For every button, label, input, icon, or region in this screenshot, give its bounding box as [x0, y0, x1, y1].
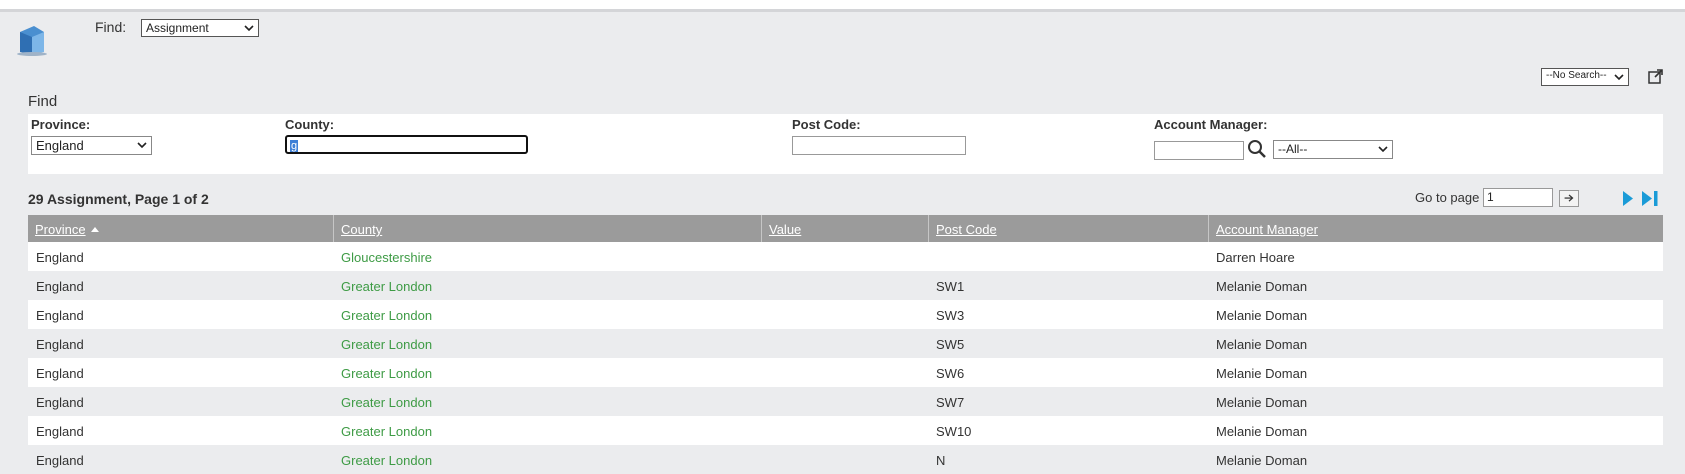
column-header-county[interactable]: County	[333, 215, 761, 242]
province-select-value: England	[36, 138, 84, 153]
cell-county-link[interactable]: Gloucestershire	[333, 242, 761, 271]
cell-province: England	[36, 395, 84, 410]
cell-postcode: SW5	[936, 337, 965, 352]
cell-postcode: SW7	[936, 395, 965, 410]
table-row[interactable]: England Greater London SW7 Melanie Doman	[28, 387, 1663, 416]
top-bar	[0, 0, 1685, 12]
next-page-icon[interactable]	[1621, 189, 1635, 208]
account-manager-input[interactable]	[1154, 141, 1244, 160]
cell-county-link[interactable]: Greater London	[333, 416, 761, 445]
cell-county-link[interactable]: Greater London	[333, 271, 761, 300]
search-icon[interactable]	[1247, 139, 1267, 159]
cell-value	[761, 358, 928, 387]
cell-county-link[interactable]: Greater London	[333, 300, 761, 329]
filter-panel: Province: England County: g Post Code: A…	[28, 114, 1663, 174]
cell-value	[761, 387, 928, 416]
cell-province: England	[36, 337, 84, 352]
cell-postcode: N	[936, 453, 946, 468]
postcode-label: Post Code:	[792, 117, 861, 132]
province-select[interactable]: England	[31, 136, 152, 155]
cell-account-manager: Melanie Doman	[1216, 366, 1308, 381]
cell-value	[761, 445, 928, 474]
cell-value	[761, 271, 928, 300]
cell-account-manager: Melanie Doman	[1216, 453, 1308, 468]
account-manager-select-value: --All--	[1278, 142, 1308, 156]
goto-page-input[interactable]: 1	[1483, 188, 1553, 207]
table-row[interactable]: England Greater London N Melanie Doman	[28, 445, 1663, 474]
cell-account-manager: Melanie Doman	[1216, 279, 1308, 294]
table-header: Province County Value Post Code Account …	[28, 215, 1663, 242]
cell-postcode: SW10	[936, 424, 972, 439]
cell-account-manager: Melanie Doman	[1216, 308, 1308, 323]
saved-search-value: --No Search--	[1546, 70, 1607, 81]
column-header-label: Province	[35, 222, 86, 237]
last-page-icon[interactable]	[1640, 189, 1660, 208]
saved-search-select[interactable]: --No Search--	[1541, 68, 1629, 86]
goto-page-button[interactable]	[1559, 190, 1579, 207]
account-manager-select[interactable]: --All--	[1273, 140, 1393, 159]
export-icon[interactable]	[1647, 67, 1665, 85]
column-header-value[interactable]: Value	[761, 215, 928, 242]
results-table: Province County Value Post Code Account …	[28, 215, 1663, 474]
column-header-label: County	[341, 222, 383, 237]
column-header-label: Account Manager	[1216, 222, 1318, 237]
chevron-down-icon	[1378, 146, 1388, 153]
cell-account-manager: Darren Hoare	[1216, 250, 1295, 265]
county-label: County:	[285, 117, 335, 132]
column-header-label: Value	[769, 222, 802, 237]
cell-province: England	[36, 250, 84, 265]
postcode-input[interactable]	[792, 136, 966, 155]
chevron-down-icon	[137, 142, 147, 149]
cell-value	[761, 416, 928, 445]
goto-page-label: Go to page	[1415, 190, 1480, 205]
table-row[interactable]: England Greater London SW10 Melanie Doma…	[28, 416, 1663, 445]
account-manager-label: Account Manager:	[1154, 117, 1268, 132]
cell-province: England	[36, 366, 84, 381]
cell-county-link[interactable]: Greater London	[333, 387, 761, 416]
building-logo-icon	[17, 26, 47, 56]
table-row[interactable]: England Greater London SW5 Melanie Doman	[28, 329, 1663, 358]
cell-province: England	[36, 453, 84, 468]
county-input-value: g	[290, 140, 299, 152]
filter-section-title: Find	[28, 93, 58, 110]
county-input[interactable]: g	[285, 135, 528, 154]
cell-county-link[interactable]: Greater London	[333, 329, 761, 358]
cell-postcode: SW1	[936, 279, 965, 294]
column-header-postcode[interactable]: Post Code	[928, 215, 1208, 242]
cell-postcode: SW3	[936, 308, 965, 323]
cell-account-manager: Melanie Doman	[1216, 424, 1308, 439]
find-entity-select-value: Assignment	[146, 21, 209, 35]
cell-value	[761, 242, 928, 271]
cell-province: England	[36, 424, 84, 439]
go-arrow-icon	[1564, 194, 1574, 202]
province-label: Province:	[31, 117, 91, 132]
cell-value	[761, 300, 928, 329]
chevron-down-icon	[244, 25, 254, 32]
table-row[interactable]: England Gloucestershire Darren Hoare	[28, 242, 1663, 271]
chevron-down-icon	[1614, 74, 1624, 81]
cell-postcode	[928, 242, 1208, 271]
column-header-account-manager[interactable]: Account Manager	[1208, 215, 1663, 242]
cell-account-manager: Melanie Doman	[1216, 337, 1308, 352]
cell-county-link[interactable]: Greater London	[333, 445, 761, 474]
column-header-label: Post Code	[936, 222, 997, 237]
cell-account-manager: Melanie Doman	[1216, 395, 1308, 410]
results-summary: 29 Assignment, Page 1 of 2	[28, 191, 209, 207]
column-header-province[interactable]: Province	[28, 215, 333, 242]
cell-value	[761, 329, 928, 358]
cell-postcode: SW6	[936, 366, 965, 381]
cell-province: England	[36, 308, 84, 323]
table-row[interactable]: England Greater London SW6 Melanie Doman	[28, 358, 1663, 387]
cell-county-link[interactable]: Greater London	[333, 358, 761, 387]
cell-province: England	[36, 279, 84, 294]
sort-ascending-icon	[90, 227, 99, 232]
find-entity-select[interactable]: Assignment	[141, 19, 259, 37]
find-label: Find:	[95, 19, 127, 35]
table-row[interactable]: England Greater London SW3 Melanie Doman	[28, 300, 1663, 329]
table-row[interactable]: England Greater London SW1 Melanie Doman	[28, 271, 1663, 300]
